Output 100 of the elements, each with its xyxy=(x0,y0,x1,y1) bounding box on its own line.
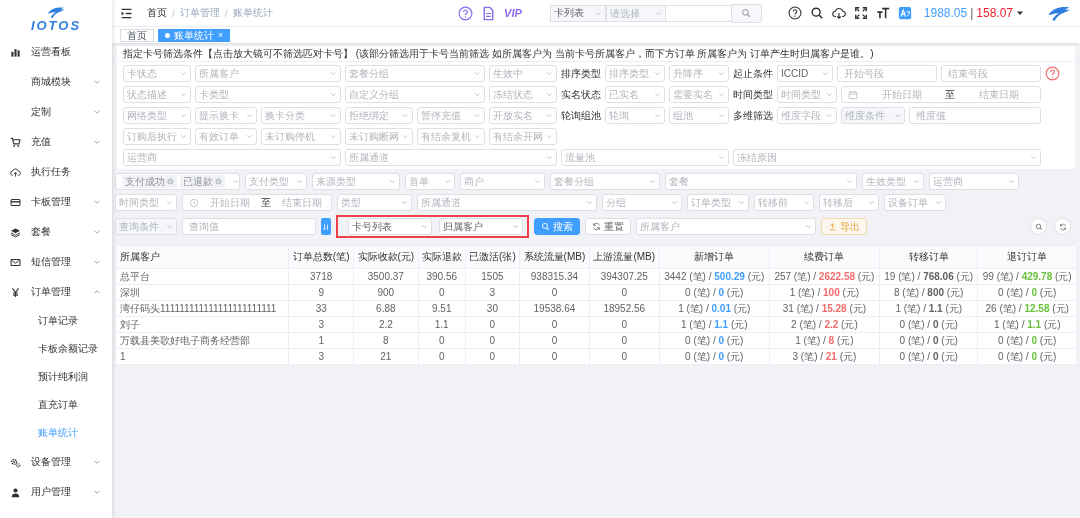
menu-item[interactable]: 卡板管理 xyxy=(0,187,112,217)
dropdown-field[interactable]: 首单 xyxy=(405,173,455,190)
dropdown-field[interactable]: 所属客户 xyxy=(195,65,341,82)
menu-item[interactable]: 用户管理 xyxy=(0,477,112,507)
dropdown-field[interactable]: 商户 xyxy=(460,173,545,190)
column-header[interactable]: 新增订单 xyxy=(659,245,770,269)
dropdown-field[interactable]: 有结余复机 xyxy=(417,128,485,145)
text-input[interactable]: 查询值 xyxy=(182,218,316,235)
submenu-item[interactable]: 预计纯利润 xyxy=(0,363,112,391)
dropdown-field[interactable]: 流量池 xyxy=(561,149,729,166)
tab[interactable]: 首页 xyxy=(120,28,154,42)
dropdown-field[interactable]: 来源类型 xyxy=(312,173,400,190)
dropdown-field[interactable]: 查询条件 xyxy=(115,218,177,235)
dropdown-field[interactable]: 有结余开网 xyxy=(489,128,557,145)
dropdown-field[interactable]: 组池 xyxy=(669,107,729,124)
avatar-icon[interactable] xyxy=(1046,4,1072,22)
dropdown-field[interactable]: 升降序 xyxy=(669,65,729,82)
dropdown-field[interactable]: 拒绝绑定 xyxy=(345,107,413,124)
dropdown-field[interactable]: 支付类型 xyxy=(245,173,307,190)
text-input[interactable] xyxy=(665,4,732,22)
dropdown-field[interactable]: 所属通道 xyxy=(417,194,597,211)
dropdown-field[interactable]: 套餐分组 xyxy=(550,173,660,190)
dropdown-field[interactable]: 卡列表 xyxy=(549,4,606,22)
column-header[interactable]: 退订订单 xyxy=(977,245,1077,269)
cloud-download-icon[interactable] xyxy=(831,6,846,20)
sort-button[interactable] xyxy=(321,218,331,235)
submenu-item[interactable]: 直充订单 xyxy=(0,391,112,419)
dropdown-field[interactable]: 自定义分组 xyxy=(345,86,485,103)
dropdown-field[interactable]: 轮询 xyxy=(605,107,665,124)
text-input[interactable]: 开始号段 xyxy=(837,65,937,82)
menu-item[interactable]: 套餐 xyxy=(0,217,112,247)
column-header[interactable]: 系统流量(MB) xyxy=(519,245,590,269)
text-input[interactable]: 维度值 xyxy=(909,107,1041,124)
dropdown-field[interactable]: 提示换卡 xyxy=(195,107,257,124)
menu-item[interactable]: 运营看板 xyxy=(0,37,112,67)
column-header[interactable]: 所属客户 xyxy=(115,245,289,269)
dropdown-field[interactable]: 卡号列表 xyxy=(348,218,432,235)
dropdown-field[interactable]: 转移后 xyxy=(819,194,879,211)
dropdown-field[interactable]: 卡类型 xyxy=(195,86,341,103)
menu-icon[interactable] xyxy=(120,6,133,20)
menu-item[interactable]: 执行任务 xyxy=(0,157,112,187)
dropdown-field[interactable]: 时间类型 xyxy=(777,86,837,103)
start-date-input[interactable]: 开始日期 xyxy=(205,195,255,210)
dropdown-field[interactable]: 时间类型 xyxy=(115,194,177,211)
search-button[interactable] xyxy=(1030,218,1047,235)
search-button[interactable] xyxy=(731,3,762,23)
dropdown-field[interactable]: 换卡分类 xyxy=(261,107,341,124)
search-icon[interactable] xyxy=(809,6,824,20)
dropdown-field[interactable]: 卡状态 xyxy=(123,65,191,82)
dropdown-field[interactable]: 未订购停机 xyxy=(261,128,341,145)
date-range-field[interactable]: 开始日期 至 结束日期 xyxy=(182,194,332,211)
refresh-button[interactable] xyxy=(1054,218,1071,235)
column-header[interactable]: 转移订单 xyxy=(879,245,978,269)
dropdown-field[interactable]: 生效类型 xyxy=(862,173,924,190)
dropdown-field[interactable]: 套餐 xyxy=(665,173,857,190)
dropdown-field[interactable]: 状态描述 xyxy=(123,86,191,103)
dropdown-field[interactable]: 归属客户 xyxy=(439,218,523,235)
dropdown-field[interactable]: 运营商 xyxy=(929,173,1019,190)
end-date-input[interactable]: 结束日期 xyxy=(961,87,1036,102)
help-icon[interactable] xyxy=(787,6,802,20)
dropdown-field[interactable]: 订单类型 xyxy=(687,194,749,211)
column-header[interactable]: 上游流量(MB) xyxy=(589,245,660,269)
submenu-item[interactable]: 订单记录 xyxy=(0,307,112,335)
dropdown-field[interactable]: ICCID xyxy=(777,65,833,82)
submenu-item[interactable]: 卡板余额记录 xyxy=(0,335,112,363)
dropdown-field[interactable]: 排序类型 xyxy=(605,65,665,82)
dropdown-field[interactable]: 暂停充值 xyxy=(417,107,485,124)
dropdown-field[interactable]: 需要实名 xyxy=(669,86,729,103)
menu-item[interactable]: 设备管理 xyxy=(0,447,112,477)
dropdown-field[interactable]: 类型 xyxy=(337,194,412,211)
dropdown-field[interactable]: 已实名 xyxy=(605,86,665,103)
fullscreen-icon[interactable] xyxy=(853,6,868,20)
text-input[interactable]: 结束号段 xyxy=(941,65,1041,82)
menu-item[interactable]: 商城模块 xyxy=(0,67,112,97)
dropdown-field[interactable]: 套餐分组 xyxy=(345,65,485,82)
text-size-icon[interactable] xyxy=(875,6,890,20)
dropdown-field[interactable]: 维度字段 xyxy=(777,107,837,124)
dropdown-field[interactable]: 订购后执行 xyxy=(123,128,191,145)
vip-badge[interactable]: VIP xyxy=(504,7,522,19)
dropdown-field[interactable]: 开放实名 xyxy=(489,107,557,124)
menu-item[interactable]: 短信管理 xyxy=(0,247,112,277)
column-header[interactable]: 已激活(张) xyxy=(465,245,520,269)
menu-item[interactable]: 定制 xyxy=(0,97,112,127)
dropdown-field[interactable]: 请选择 xyxy=(605,4,666,22)
translate-icon[interactable] xyxy=(897,6,912,20)
dropdown-field[interactable]: 有效订单 xyxy=(195,128,257,145)
dropdown-field[interactable]: 设备订单 xyxy=(884,194,946,211)
start-date-input[interactable]: 开始日期 xyxy=(864,87,939,102)
column-header[interactable]: 订单总数(笔) xyxy=(288,245,354,269)
dropdown-field[interactable]: 冻结状态 xyxy=(489,86,557,103)
dropdown-field[interactable]: 所属客户 xyxy=(636,218,816,235)
dropdown-field[interactable]: 未订购断网 xyxy=(345,128,413,145)
dropdown-field[interactable]: 生效中 xyxy=(489,65,557,82)
dropdown-field[interactable]: 维度条件 xyxy=(841,107,905,124)
menu-item[interactable]: 充值 xyxy=(0,127,112,157)
dropdown-field[interactable]: 转移前 xyxy=(754,194,814,211)
dropdown-field[interactable]: 运营商 xyxy=(123,149,341,166)
date-range-field[interactable]: 开始日期 至 结束日期 xyxy=(841,86,1041,103)
column-header[interactable]: 实际退款 xyxy=(418,245,466,269)
column-header[interactable]: 续费订单 xyxy=(769,245,880,269)
